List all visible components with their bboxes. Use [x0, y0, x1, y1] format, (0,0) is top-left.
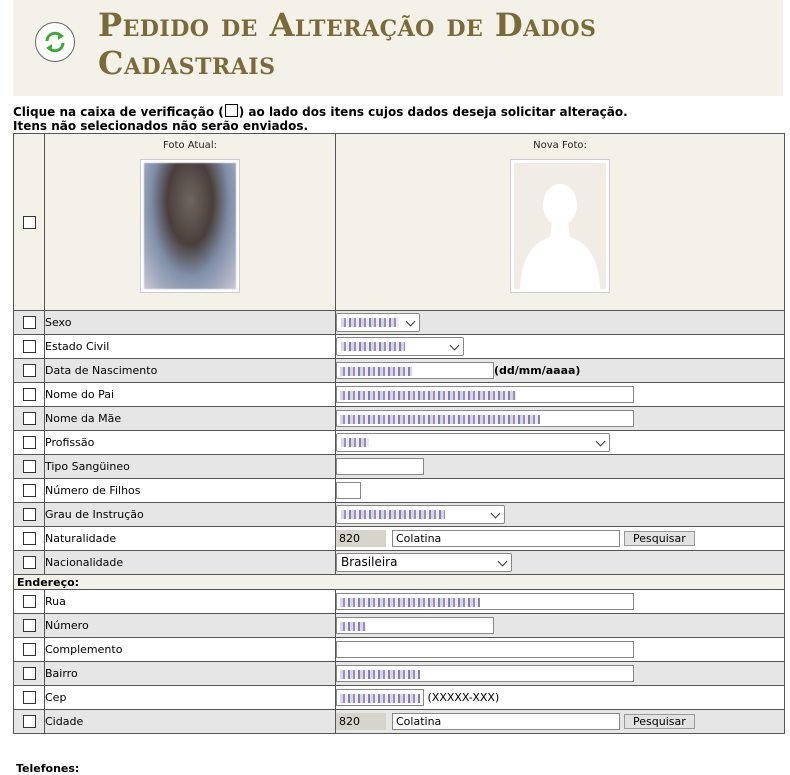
- nome-pai-checkbox[interactable]: [22, 388, 36, 402]
- page-header: Pedido de Alteração de Dados Cadastrais: [13, 0, 783, 96]
- phones-section-label: Telefones:: [16, 762, 80, 775]
- cep-label: Cep: [44, 685, 336, 710]
- data-nascimento-label: Data de Nascimento: [44, 358, 336, 383]
- instructions-text-1: Clique na caixa de verificação (: [13, 105, 224, 119]
- row-nome-mae: Nome da Mãe: [13, 406, 785, 431]
- numero-label: Número: [44, 613, 336, 638]
- instructions: Clique na caixa de verificação ( ) ao lad…: [13, 104, 783, 133]
- estado-civil-checkbox[interactable]: [22, 340, 36, 354]
- row-naturalidade: Naturalidade 820 Colatina Pesquisar: [13, 526, 785, 551]
- row-grau-instrucao: Grau de Instrução: [13, 502, 785, 527]
- cep-input[interactable]: [336, 689, 424, 706]
- refresh-icon: [35, 22, 75, 62]
- cidade-city-input[interactable]: Colatina: [392, 713, 620, 730]
- numero-filhos-label: Número de Filhos: [44, 478, 336, 503]
- current-photo-cell: Foto Atual:: [44, 133, 336, 311]
- row-data-nascimento: Data de Nascimento (dd/mm/aaaa): [13, 358, 785, 383]
- row-rua: Rua: [13, 589, 785, 614]
- naturalidade-label: Naturalidade: [44, 526, 336, 551]
- bairro-checkbox[interactable]: [22, 667, 36, 681]
- nacionalidade-checkbox[interactable]: [22, 556, 36, 570]
- bairro-label: Bairro: [44, 661, 336, 686]
- row-numero: Número: [13, 613, 785, 638]
- numero-filhos-input[interactable]: [336, 482, 361, 499]
- cep-format-hint: (XXXXX-XXX): [427, 691, 500, 704]
- rua-checkbox[interactable]: [22, 595, 36, 609]
- page-title: Pedido de Alteração de Dados Cadastrais: [98, 6, 597, 82]
- row-tipo-sanguineo: Tipo Sangüineo: [13, 454, 785, 479]
- cidade-checkbox[interactable]: [22, 715, 36, 729]
- row-nome-pai: Nome do Pai: [13, 382, 785, 407]
- numero-filhos-checkbox[interactable]: [22, 484, 36, 498]
- row-cidade: Cidade 820 Colatina Pesquisar: [13, 709, 785, 734]
- new-photo-upload[interactable]: [510, 159, 610, 293]
- naturalidade-search-button[interactable]: Pesquisar: [624, 531, 695, 546]
- tipo-sanguineo-label: Tipo Sangüineo: [44, 454, 336, 479]
- tipo-sanguineo-input[interactable]: [336, 458, 424, 475]
- grau-instrucao-checkbox[interactable]: [22, 508, 36, 522]
- numero-input[interactable]: [336, 617, 494, 634]
- row-nacionalidade: Nacionalidade Brasileira: [13, 550, 785, 575]
- address-section: Endereço:: [13, 574, 785, 590]
- photo-checkbox[interactable]: [22, 215, 36, 229]
- profissao-select[interactable]: [336, 433, 610, 452]
- row-cep: Cep (XXXXX-XXX): [13, 685, 785, 710]
- nome-mae-label: Nome da Mãe: [44, 406, 336, 431]
- complemento-label: Complemento: [44, 637, 336, 662]
- nome-mae-checkbox[interactable]: [22, 412, 36, 426]
- address-section-label: Endereço:: [13, 574, 785, 590]
- new-photo-label: Nova Foto:: [533, 140, 587, 151]
- new-photo-cell: Nova Foto:: [335, 133, 785, 311]
- avatar-placeholder-icon: [520, 184, 600, 289]
- change-request-form: Foto Atual: Nova Foto: Sexo Estado Civil: [13, 133, 785, 734]
- data-nascimento-input[interactable]: [336, 362, 494, 379]
- current-photo: [140, 159, 240, 293]
- complemento-checkbox[interactable]: [22, 643, 36, 657]
- instructions-text-2: ) ao lado dos itens cujos dados deseja s…: [238, 105, 628, 119]
- row-profissao: Profissão: [13, 430, 785, 455]
- sexo-label: Sexo: [44, 310, 336, 335]
- sexo-select[interactable]: [336, 313, 420, 332]
- grau-instrucao-label: Grau de Instrução: [44, 502, 336, 527]
- rua-input[interactable]: [336, 593, 634, 610]
- estado-civil-select[interactable]: [336, 337, 464, 356]
- date-format-hint: (dd/mm/aaaa): [494, 364, 581, 377]
- cep-checkbox[interactable]: [22, 691, 36, 705]
- current-photo-label: Foto Atual:: [163, 140, 217, 151]
- nome-mae-input[interactable]: [336, 410, 634, 427]
- row-estado-civil: Estado Civil: [13, 334, 785, 359]
- row-complemento: Complemento: [13, 637, 785, 662]
- naturalidade-city-input[interactable]: Colatina: [392, 530, 620, 547]
- cidade-search-button[interactable]: Pesquisar: [624, 714, 695, 729]
- estado-civil-label: Estado Civil: [44, 334, 336, 359]
- naturalidade-checkbox[interactable]: [22, 532, 36, 546]
- nacionalidade-select[interactable]: Brasileira: [336, 553, 512, 572]
- numero-checkbox[interactable]: [22, 619, 36, 633]
- row-bairro: Bairro: [13, 661, 785, 686]
- nacionalidade-label: Nacionalidade: [44, 550, 336, 575]
- bairro-input[interactable]: [336, 665, 634, 682]
- profissao-checkbox[interactable]: [22, 436, 36, 450]
- nome-pai-label: Nome do Pai: [44, 382, 336, 407]
- tipo-sanguineo-checkbox[interactable]: [22, 460, 36, 474]
- sexo-checkbox[interactable]: [22, 316, 36, 330]
- cidade-code: 820: [336, 713, 386, 730]
- grau-instrucao-select[interactable]: [336, 505, 505, 524]
- naturalidade-code: 820: [336, 530, 386, 547]
- row-numero-filhos: Número de Filhos: [13, 478, 785, 503]
- nacionalidade-value: Brasileira: [341, 555, 398, 569]
- nome-pai-input[interactable]: [336, 386, 634, 403]
- instructions-text-3: Itens não selecionados não serão enviado…: [13, 119, 309, 133]
- photo-row: Foto Atual: Nova Foto:: [13, 133, 785, 311]
- checkbox-example-icon: [224, 104, 238, 117]
- complemento-input[interactable]: [336, 641, 634, 658]
- profissao-label: Profissão: [44, 430, 336, 455]
- rua-label: Rua: [44, 589, 336, 614]
- data-nascimento-checkbox[interactable]: [22, 364, 36, 378]
- row-sexo: Sexo: [13, 310, 785, 335]
- cidade-label: Cidade: [44, 709, 336, 734]
